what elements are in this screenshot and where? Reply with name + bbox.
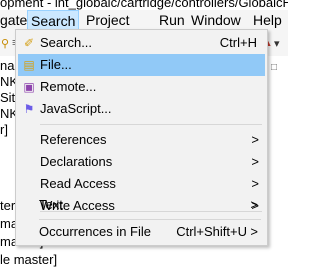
- submenu-arrow-icon: >: [251, 154, 259, 169]
- menu-item-remote[interactable]: ▣ Remote...: [18, 76, 265, 98]
- menu-separator: [39, 219, 261, 220]
- menu-item-read-access[interactable]: Read Access >: [18, 173, 265, 195]
- menu-item-search[interactable]: ✐ Search... Ctrl+H: [18, 32, 265, 54]
- menu-bar: gate Search Project Run Window Help: [0, 10, 288, 31]
- tree-item: r]: [0, 122, 8, 137]
- menu-project[interactable]: Project: [86, 10, 130, 31]
- submenu-arrow-icon: >: [250, 197, 258, 212]
- submenu-arrow-icon: >: [251, 176, 259, 191]
- javascript-search-icon: ⚑: [23, 102, 35, 116]
- window-title-bar: opment - int_globalc/cartridge/controlle…: [0, 0, 288, 10]
- menu-item-occurrences-in-file[interactable]: Occurrences in File Ctrl+Shift+U >: [17, 221, 264, 243]
- file-search-icon: ▤: [23, 58, 35, 72]
- menu-item-references[interactable]: References >: [18, 129, 265, 151]
- menu-window[interactable]: Window: [191, 10, 241, 31]
- chevron-down-icon[interactable]: ▾: [274, 37, 280, 50]
- submenu-arrow-icon: >: [250, 224, 258, 239]
- menu-separator: [40, 124, 262, 125]
- menu-help[interactable]: Help: [253, 10, 282, 31]
- search-flashlight-icon: ✐: [23, 36, 35, 50]
- remote-search-icon: ▣: [23, 80, 35, 94]
- menu-item-file[interactable]: ▤ File...: [18, 54, 265, 76]
- toolbar-icon[interactable]: ⚲: [1, 37, 9, 50]
- menu-item-javascript[interactable]: ⚑ JavaScript...: [18, 98, 265, 120]
- tree-item: le master]: [0, 252, 58, 267]
- window-title: opment - int_globalc/cartridge/controlle…: [0, 0, 288, 10]
- menu-run[interactable]: Run: [159, 10, 185, 31]
- menu-item-text[interactable]: Text >: [17, 194, 264, 216]
- submenu-arrow-icon: >: [251, 132, 259, 147]
- minimize-icon[interactable]: □: [271, 62, 277, 73]
- menu-item-declarations[interactable]: Declarations >: [18, 151, 265, 173]
- menu-search[interactable]: Search: [27, 10, 80, 31]
- menu-navigate[interactable]: gate: [0, 10, 27, 31]
